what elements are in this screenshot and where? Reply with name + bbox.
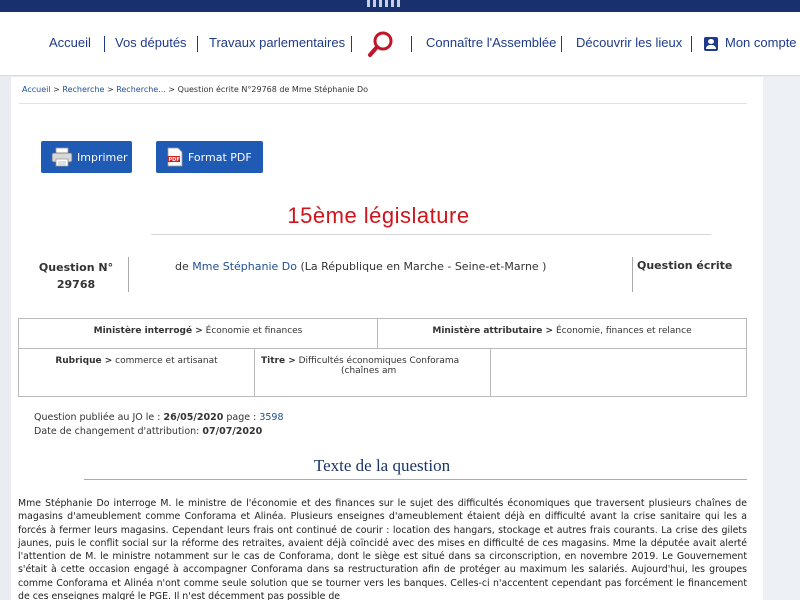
question-author: de Mme Stéphanie Do (La République en Ma… xyxy=(175,260,546,273)
attribution-change-label: Date de changement d'attribution: xyxy=(34,426,200,437)
ministere-attributaire-cell: Ministère attributaire > Économie, finan… xyxy=(377,318,747,349)
print-button-label: Imprimer xyxy=(77,150,128,164)
author-prefix: de xyxy=(175,260,189,273)
titre-label: Titre > xyxy=(261,356,296,366)
nav-separator xyxy=(691,36,692,52)
pdf-button-label: Format PDF xyxy=(188,150,252,164)
search-icon xyxy=(368,31,393,57)
breadcrumb-separator: > xyxy=(106,85,117,94)
legislature-heading: 15ème législature xyxy=(287,203,470,228)
breadcrumb-recherche-results[interactable]: Recherche... xyxy=(116,85,166,94)
pdf-export-button[interactable]: PDF Format PDF xyxy=(156,141,263,173)
titre-cell: Titre > Difficultés économiques Conforam… xyxy=(254,348,491,397)
attribution-change-date: 07/07/2020 xyxy=(202,426,263,437)
nav-separator xyxy=(351,36,352,52)
page-label: page : xyxy=(226,412,257,423)
empty-detail-cell xyxy=(490,348,747,397)
nav-vos-deputes[interactable]: Vos députés xyxy=(115,35,187,50)
ministere-attributaire-value: Économie, finances et relance xyxy=(555,326,692,336)
nav-separator xyxy=(104,36,105,52)
question-number-value: 29768 xyxy=(56,278,96,291)
nav-accueil[interactable]: Accueil xyxy=(49,35,91,50)
top-banner xyxy=(0,0,800,12)
breadcrumb-current: Question écrite N°29768 de Mme Stéphanie… xyxy=(177,85,369,94)
author-group: (La République en Marche - Seine-et-Marn… xyxy=(300,260,547,273)
nav-separator xyxy=(411,36,412,52)
section-divider xyxy=(84,479,747,480)
published-label: Question publiée au JO le : xyxy=(34,412,161,423)
breadcrumb: Accueil > Recherche > Recherche... > Que… xyxy=(22,85,368,94)
column-separator xyxy=(632,257,633,292)
nav-separator xyxy=(197,36,198,52)
breadcrumb-recherche[interactable]: Recherche xyxy=(62,85,104,94)
print-button[interactable]: Imprimer xyxy=(41,141,132,173)
nav-mon-compte[interactable]: Mon compte xyxy=(725,35,797,50)
rubrique-value: commerce et artisanat xyxy=(115,356,218,366)
published-date: 26/05/2020 xyxy=(163,412,224,423)
search-button[interactable] xyxy=(364,28,398,62)
svg-text:PDF: PDF xyxy=(169,157,180,163)
question-number: Question N° 29768 xyxy=(26,259,126,293)
nav-separator xyxy=(561,36,562,52)
question-text-heading: Texte de la question xyxy=(313,456,451,475)
breadcrumb-separator: > xyxy=(168,85,178,94)
question-number-label: Question N° xyxy=(38,261,114,274)
question-body-text: Mme Stéphanie Do interroge M. le ministr… xyxy=(18,498,747,600)
ministere-attributaire-label: Ministère attributaire > xyxy=(432,326,554,336)
ministere-interroge-label: Ministère interrogé > xyxy=(93,326,203,336)
legislature-divider xyxy=(151,234,711,235)
breadcrumb-separator: > xyxy=(53,85,63,94)
rubrique-cell: Rubrique > commerce et artisanat xyxy=(18,348,255,397)
content-page: Accueil > Recherche > Recherche... > Que… xyxy=(11,77,763,600)
nav-connaitre-assemblee[interactable]: Connaître l'Assemblée xyxy=(426,35,556,50)
printer-icon xyxy=(51,147,73,167)
breadcrumb-accueil[interactable]: Accueil xyxy=(22,85,51,94)
titre-value-continued: (chaînes am xyxy=(341,366,397,376)
publication-info: Question publiée au JO le : 26/05/2020 p… xyxy=(34,411,284,439)
account-icon[interactable] xyxy=(704,37,718,51)
main-navigation: Accueil Vos députés Travaux parlementair… xyxy=(0,12,800,76)
ministere-interroge-value: Économie et finances xyxy=(205,326,303,336)
rubrique-label: Rubrique > xyxy=(55,356,113,366)
pdf-file-icon: PDF xyxy=(167,147,183,167)
nav-travaux-parlementaires[interactable]: Travaux parlementaires xyxy=(209,35,345,50)
ministere-interroge-cell: Ministère interrogé > Économie et financ… xyxy=(18,318,378,349)
nav-decouvrir-lieux[interactable]: Découvrir les lieux xyxy=(576,35,682,50)
column-separator xyxy=(128,257,129,292)
question-details-table: Ministère interrogé > Économie et financ… xyxy=(18,318,747,397)
author-name-link[interactable]: Mme Stéphanie Do xyxy=(192,260,297,273)
titre-value: Difficultés économiques Conforama xyxy=(298,356,460,366)
page-margin xyxy=(763,77,800,600)
question-type: Question écrite xyxy=(637,259,733,272)
jo-page-link[interactable]: 3598 xyxy=(259,412,283,423)
breadcrumb-divider xyxy=(19,103,747,104)
assemblee-logo-mark xyxy=(358,0,408,7)
